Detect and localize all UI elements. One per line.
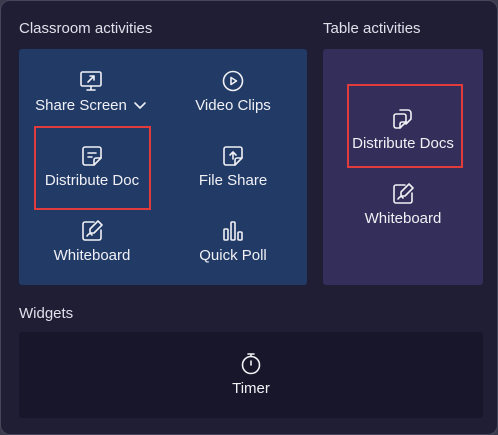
- share-screen-label: Share Screen: [35, 97, 147, 114]
- whiteboard-icon: [82, 220, 103, 241]
- file-share-icon: [223, 146, 243, 166]
- table-whiteboard-label: Whiteboard: [364, 210, 442, 227]
- video-clips-button[interactable]: Video Clips: [173, 69, 293, 114]
- timer-label: Timer: [232, 380, 270, 397]
- file-share-label: File Share: [198, 172, 268, 189]
- file-share-button[interactable]: File Share: [173, 144, 293, 189]
- video-clips-label: Video Clips: [195, 97, 271, 114]
- table-activities-card: [323, 49, 483, 285]
- timer-button[interactable]: Timer: [191, 352, 311, 397]
- distribute-docs-label: Distribute Docs: [352, 135, 454, 152]
- activities-panel: Classroom activities Share Screen Video …: [0, 0, 498, 435]
- distribute-docs-button[interactable]: Distribute Docs: [343, 107, 463, 152]
- distribute-docs-icon: [393, 109, 412, 129]
- table-activities-title: Table activities: [323, 20, 421, 37]
- distribute-doc-icon: [82, 146, 102, 166]
- share-screen-text: Share Screen: [35, 97, 127, 114]
- distribute-doc-label: Distribute Doc: [44, 172, 140, 189]
- whiteboard-label: Whiteboard: [53, 247, 131, 264]
- timer-icon: [241, 353, 261, 375]
- chevron-down-icon[interactable]: [133, 99, 147, 113]
- table-whiteboard-button[interactable]: Whiteboard: [343, 182, 463, 227]
- whiteboard-button[interactable]: Whiteboard: [33, 219, 151, 264]
- classroom-activities-title: Classroom activities: [19, 20, 153, 37]
- widgets-title: Widgets: [19, 305, 74, 322]
- distribute-doc-button[interactable]: Distribute Doc: [33, 144, 151, 189]
- quick-poll-icon: [223, 221, 243, 241]
- quick-poll-label: Quick Poll: [199, 247, 267, 264]
- video-clips-icon: [222, 70, 244, 92]
- share-screen-icon: [80, 71, 102, 91]
- whiteboard-icon: [393, 183, 414, 204]
- share-screen-button[interactable]: Share Screen: [31, 69, 151, 114]
- quick-poll-button[interactable]: Quick Poll: [173, 219, 293, 264]
